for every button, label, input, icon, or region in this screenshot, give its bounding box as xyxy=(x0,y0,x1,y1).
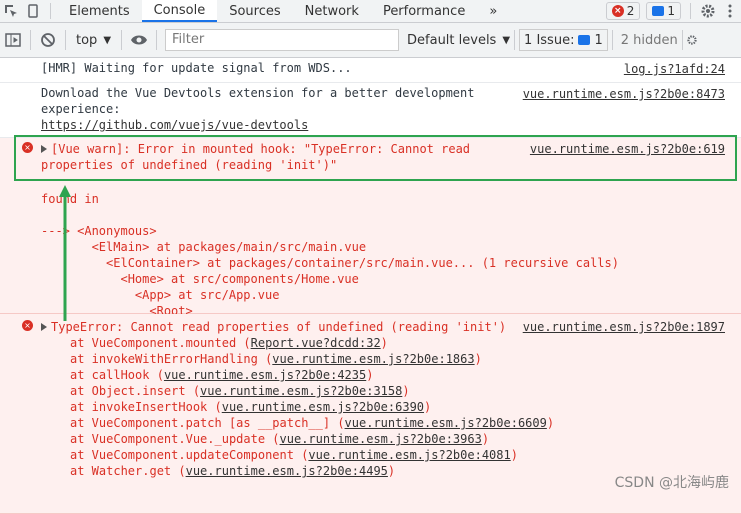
stack-frame-function: at Object.insert xyxy=(70,384,186,398)
stack-trace: at VueComponent.mounted (Report.vue?dcdd… xyxy=(41,335,555,479)
tab-network[interactable]: Network xyxy=(293,0,371,22)
chevron-down-icon: ▼ xyxy=(103,34,112,46)
stack-frame-function: at VueComponent.mounted xyxy=(70,336,237,350)
context-value: top xyxy=(76,32,98,48)
message-count-badge[interactable]: 1 xyxy=(646,2,681,20)
tab-console[interactable]: Console xyxy=(141,0,218,22)
stack-frame: at VueComponent.Vue._update (vue.runtime… xyxy=(70,432,490,446)
device-toolbar-icon[interactable] xyxy=(22,0,44,22)
component-trace-line: <ElContainer> at packages/container/src/… xyxy=(41,256,619,270)
issues-count: 1 xyxy=(594,32,603,48)
tab-performance[interactable]: Performance xyxy=(371,0,477,22)
message-icon xyxy=(652,6,665,16)
error-icon: × xyxy=(22,320,33,331)
stack-frame: at VueComponent.mounted (Report.vue?dcdd… xyxy=(70,336,388,350)
divider xyxy=(30,30,31,50)
stack-frame-link[interactable]: vue.runtime.esm.js?2b0e:6390 xyxy=(222,400,424,414)
error-text: TypeError: Cannot read properties of und… xyxy=(51,320,507,334)
stack-frame: at invokeWithErrorHandling (vue.runtime.… xyxy=(70,352,482,366)
eye-icon[interactable] xyxy=(126,27,152,53)
stack-frame: at VueComponent.patch [as __patch__] (vu… xyxy=(70,416,555,430)
stack-frame-function: at Watcher.get xyxy=(70,464,172,478)
tab-sources[interactable]: Sources xyxy=(217,0,292,22)
issues-button[interactable]: 1 Issue: 1 xyxy=(519,29,608,51)
divider xyxy=(156,30,158,50)
watermark: CSDN @北海屿鹿 xyxy=(614,475,729,491)
filter-input[interactable]: Filter xyxy=(165,29,400,51)
component-trace-line: <Home> at src/components/Home.vue xyxy=(41,272,359,286)
highlight-box xyxy=(14,135,737,181)
message-count: 1 xyxy=(667,4,675,18)
context-selector[interactable]: top ▼ xyxy=(70,33,117,48)
divider xyxy=(681,30,683,50)
devtools-tabbar: Elements Console Sources Network Perform… xyxy=(0,0,741,23)
divider xyxy=(514,30,516,50)
stack-frame-link[interactable]: vue.runtime.esm.js?2b0e:1863 xyxy=(272,352,474,366)
issue-icon xyxy=(578,35,591,45)
stack-frame-link[interactable]: Report.vue?dcdd:32 xyxy=(251,336,381,350)
divider xyxy=(611,30,613,50)
divider xyxy=(690,3,691,19)
stack-frame: at Watcher.get (vue.runtime.esm.js?2b0e:… xyxy=(70,464,396,478)
message-text: [HMR] Waiting for update signal from WDS… xyxy=(41,61,352,75)
chevron-down-icon: ▼ xyxy=(502,34,511,46)
gear-icon[interactable] xyxy=(697,0,719,22)
more-options-icon[interactable] xyxy=(719,0,741,22)
stack-frame: at invokeInsertHook (vue.runtime.esm.js?… xyxy=(70,400,432,414)
stack-frame-link[interactable]: vue.runtime.esm.js?2b0e:4495 xyxy=(186,464,388,478)
annotation-arrow xyxy=(59,185,71,321)
message-text: Download the Vue Devtools extension for … xyxy=(41,86,475,116)
stack-frame-function: at VueComponent.updateComponent xyxy=(70,448,294,462)
error-count: 2 xyxy=(626,4,635,18)
divider xyxy=(65,30,66,50)
inspect-element-icon[interactable] xyxy=(0,0,22,22)
stack-frame-link[interactable]: vue.runtime.esm.js?2b0e:6609 xyxy=(345,416,547,430)
component-trace-line: <App> at src/App.vue xyxy=(41,288,280,302)
stack-frame-link[interactable]: vue.runtime.esm.js?2b0e:3963 xyxy=(280,432,482,446)
stack-frame: at Object.insert (vue.runtime.esm.js?2b0… xyxy=(70,384,410,398)
stack-frame-link[interactable]: vue.runtime.esm.js?2b0e:4235 xyxy=(164,368,366,382)
log-levels-dropdown[interactable]: Default levels ▼ xyxy=(407,33,510,48)
sidebar-toggle-icon[interactable] xyxy=(0,27,26,53)
console-message: Download the Vue Devtools extension for … xyxy=(0,83,741,138)
devtools-link[interactable]: https://github.com/vuejs/vue-devtools xyxy=(41,118,308,132)
stack-frame: at callHook (vue.runtime.esm.js?2b0e:423… xyxy=(70,368,374,382)
expand-triangle-icon[interactable] xyxy=(41,323,47,331)
stack-frame-link[interactable]: vue.runtime.esm.js?2b0e:3158 xyxy=(200,384,402,398)
source-link[interactable]: log.js?1afd:24 xyxy=(624,61,725,77)
more-tabs-button[interactable]: » xyxy=(477,0,509,22)
hidden-count: 2 hidden xyxy=(620,32,678,48)
log-levels-label: Default levels xyxy=(407,32,497,48)
tab-elements[interactable]: Elements xyxy=(57,0,142,22)
console-output: [HMR] Waiting for update signal from WDS… xyxy=(0,58,741,514)
source-link[interactable]: vue.runtime.esm.js?2b0e:1897 xyxy=(523,319,725,335)
component-trace-line: ---> <Anonymous> xyxy=(41,224,157,238)
source-link[interactable]: vue.runtime.esm.js?2b0e:8473 xyxy=(523,86,725,102)
console-toolbar: top ▼ Filter Default levels ▼ 1 Issue: 1… xyxy=(0,23,741,58)
stack-frame-function: at VueComponent.patch [as __patch__] xyxy=(70,416,331,430)
error-icon: × xyxy=(611,5,624,17)
stack-frame-function: at invokeInsertHook xyxy=(70,400,208,414)
stack-frame-function: at callHook xyxy=(70,368,150,382)
divider xyxy=(121,30,123,50)
divider xyxy=(50,3,51,19)
found-in-label: found in xyxy=(41,192,99,206)
component-trace-line: <ElMain> at packages/main/src/main.vue xyxy=(41,240,367,254)
console-settings-icon[interactable] xyxy=(687,27,697,53)
stack-frame-function: at VueComponent.Vue._update xyxy=(70,432,266,446)
stack-frame-link[interactable]: vue.runtime.esm.js?2b0e:4081 xyxy=(308,448,510,462)
clear-console-icon[interactable] xyxy=(35,27,61,53)
stack-frame: at VueComponent.updateComponent (vue.run… xyxy=(70,448,518,462)
issues-label: 1 Issue: xyxy=(524,32,575,48)
console-message: [HMR] Waiting for update signal from WDS… xyxy=(0,58,741,83)
stack-frame-function: at invokeWithErrorHandling xyxy=(70,352,258,366)
error-count-badge[interactable]: × 2 xyxy=(605,2,641,20)
